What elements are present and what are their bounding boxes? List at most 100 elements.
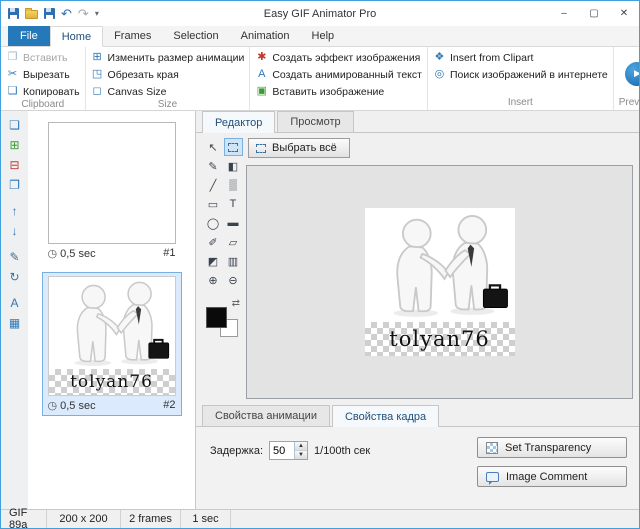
delay-input[interactable] xyxy=(270,442,294,459)
ribbon-tab-bar: File Home Frames Selection Animation Hel… xyxy=(1,26,639,47)
preview-play-button[interactable]: ▶ xyxy=(625,62,640,86)
line-tool[interactable]: ╱ xyxy=(204,176,223,194)
select-all-button[interactable]: Выбрать всё xyxy=(248,138,350,158)
tab-editor[interactable]: Редактор xyxy=(202,111,275,133)
add-text-frame-icon[interactable]: A xyxy=(5,294,25,311)
image-comment-button[interactable]: Image Comment xyxy=(477,466,627,487)
create-group-label xyxy=(253,108,424,110)
crop-button[interactable]: ◳ Обрезать края xyxy=(89,67,247,82)
tab-selection[interactable]: Selection xyxy=(162,26,229,46)
preview-group-label: Preview xyxy=(617,97,640,110)
frames-grid-icon[interactable]: ▦ xyxy=(5,314,25,331)
frame-item-2[interactable]: tolyan76 ◷0,5 sec #2 xyxy=(42,272,182,416)
minimize-button[interactable]: – xyxy=(549,1,579,26)
brush-tool[interactable]: ✎ xyxy=(204,157,223,175)
frame-properties-panel: Задержка: ▲ ▼ 1/100th сек xyxy=(196,426,639,509)
copy-icon: ❏ xyxy=(6,86,19,97)
rounded-rect-tool[interactable]: ▬ xyxy=(224,214,243,232)
swap-colors-icon[interactable]: ⇄ xyxy=(232,298,240,309)
create-animated-text-button[interactable]: A Создать анимированный текст xyxy=(253,67,424,82)
comment-icon xyxy=(486,472,499,482)
canvas-image[interactable]: tolyan76 xyxy=(365,208,515,356)
duplicate-frame-icon[interactable]: ❐ xyxy=(5,176,25,193)
transparency-icon xyxy=(486,442,498,454)
thumbnail-caption-text: tolyan76 xyxy=(70,372,153,392)
ribbon-group-size: ⊞ Изменить размер анимации ◳ Обрезать кр… xyxy=(86,47,251,110)
frame-2-duration: ◷0,5 sec xyxy=(48,399,96,412)
zoom-out-tool[interactable]: ⊖ xyxy=(224,271,243,289)
open-button[interactable] xyxy=(25,6,38,22)
tab-frames[interactable]: Frames xyxy=(103,26,162,46)
quick-access-more-button[interactable]: ▾ xyxy=(95,6,99,22)
delete-frame-icon[interactable]: ⊟ xyxy=(5,156,25,173)
resize-label: Изменить размер анимации xyxy=(108,52,245,64)
canvas-size-label: Canvas Size xyxy=(108,86,167,98)
move-frame-up-icon[interactable]: ↑ xyxy=(5,202,25,219)
title-bar: Easy GIF Animator Pro ↶ ↷ ▾ – ▢ ✕ xyxy=(1,1,639,26)
add-frame-icon[interactable]: ⊞ xyxy=(5,136,25,153)
frame-2-number: #2 xyxy=(163,399,175,412)
status-bar: GIF 89a 200 x 200 2 frames 1 sec xyxy=(1,509,639,528)
tab-animation[interactable]: Animation xyxy=(230,26,301,46)
tab-home[interactable]: Home xyxy=(50,26,103,47)
frame-1-thumbnail[interactable] xyxy=(48,122,176,244)
clipart-label: Insert from Clipart xyxy=(450,52,533,64)
ribbon: ❐ Вставить ✂ Вырезать ❏ Копировать Clipb… xyxy=(1,47,639,111)
delay-spin-down[interactable]: ▼ xyxy=(295,451,307,459)
tool-palette: ↖ ✎ ◧ ╱ ▒ ▭ T ◯ ▬ ✐ ▱ ◩ ▥ ⊕ xyxy=(200,138,246,399)
copy-button[interactable]: ❏ Копировать xyxy=(4,84,82,99)
frame-item-1[interactable]: ◷0,5 sec #1 xyxy=(42,119,182,263)
file-menu-button[interactable]: File xyxy=(8,26,50,46)
animated-text-label: Создать анимированный текст xyxy=(272,69,422,81)
insert-from-clipart-button[interactable]: ❖ Insert from Clipart xyxy=(431,50,610,65)
set-transparency-button[interactable]: Set Transparency xyxy=(477,437,627,458)
insert-group-label: Insert xyxy=(431,97,610,110)
gradient-tool[interactable]: ▥ xyxy=(224,252,243,270)
redo-button[interactable]: ↷ xyxy=(78,6,89,22)
selection-tool[interactable] xyxy=(224,138,243,156)
cut-button[interactable]: ✂ Вырезать xyxy=(4,67,82,82)
frame-2-thumbnail[interactable]: tolyan76 xyxy=(48,276,176,396)
create-effect-button[interactable]: ✱ Создать эффект изображения xyxy=(253,50,424,65)
edit-frame-icon[interactable]: ✎ xyxy=(5,248,25,265)
add-image-frame-icon[interactable]: ❏ xyxy=(5,116,25,133)
eraser-tool[interactable]: ▱ xyxy=(224,233,243,251)
text-tool[interactable]: T xyxy=(224,195,243,213)
cursor-tool[interactable]: ↖ xyxy=(204,138,223,156)
delay-spin-up[interactable]: ▲ xyxy=(295,442,307,451)
ellipse-tool[interactable]: ◯ xyxy=(204,214,223,232)
foreground-color-swatch[interactable] xyxy=(206,307,227,328)
reverse-frames-icon[interactable]: ↻ xyxy=(5,268,25,285)
color-swatches[interactable]: ⇄ xyxy=(206,305,238,337)
play-icon: ▶ xyxy=(634,68,640,79)
pattern-tool[interactable]: ◩ xyxy=(204,252,223,270)
paste-button[interactable]: ❐ Вставить xyxy=(4,50,82,65)
canvas-checker-strip: tolyan76 xyxy=(365,322,515,356)
search-images-web-button[interactable]: ◎ Поиск изображений в интернете xyxy=(431,67,610,82)
rectangle-tool[interactable]: ▭ xyxy=(204,195,223,213)
canvas-size-icon: ◻ xyxy=(91,86,104,97)
spray-tool[interactable]: ▒ xyxy=(224,176,243,194)
move-frame-down-icon[interactable]: ↓ xyxy=(5,222,25,239)
thumbnail-checker-strip: tolyan76 xyxy=(49,369,175,395)
eyedropper-tool[interactable]: ✐ xyxy=(204,233,223,251)
editor-canvas[interactable]: tolyan76 xyxy=(246,165,633,399)
save-as-button[interactable] xyxy=(44,6,55,22)
fill-tool[interactable]: ◧ xyxy=(224,157,243,175)
select-all-icon xyxy=(256,144,266,153)
tab-preview[interactable]: Просмотр xyxy=(277,111,353,132)
save-button[interactable] xyxy=(8,6,19,22)
canvas-size-button[interactable]: ◻ Canvas Size xyxy=(89,84,247,99)
close-button[interactable]: ✕ xyxy=(609,1,639,26)
tab-animation-properties[interactable]: Свойства анимации xyxy=(202,405,330,426)
undo-button[interactable]: ↶ xyxy=(61,6,72,22)
resize-animation-button[interactable]: ⊞ Изменить размер анимации xyxy=(89,50,247,65)
zoom-in-tool[interactable]: ⊕ xyxy=(204,271,223,289)
tab-frame-properties[interactable]: Свойства кадра xyxy=(332,405,439,427)
maximize-button[interactable]: ▢ xyxy=(579,1,609,26)
set-transparency-label: Set Transparency xyxy=(505,442,591,454)
tab-help[interactable]: Help xyxy=(301,26,346,46)
insert-image-button[interactable]: ▣ Вставить изображение xyxy=(253,84,424,99)
editor-area: Редактор Просмотр ↖ ✎ ◧ ╱ ▒ ▭ T ◯ ▬ xyxy=(196,111,639,509)
delay-row: Задержка: ▲ ▼ 1/100th сек xyxy=(210,441,370,460)
